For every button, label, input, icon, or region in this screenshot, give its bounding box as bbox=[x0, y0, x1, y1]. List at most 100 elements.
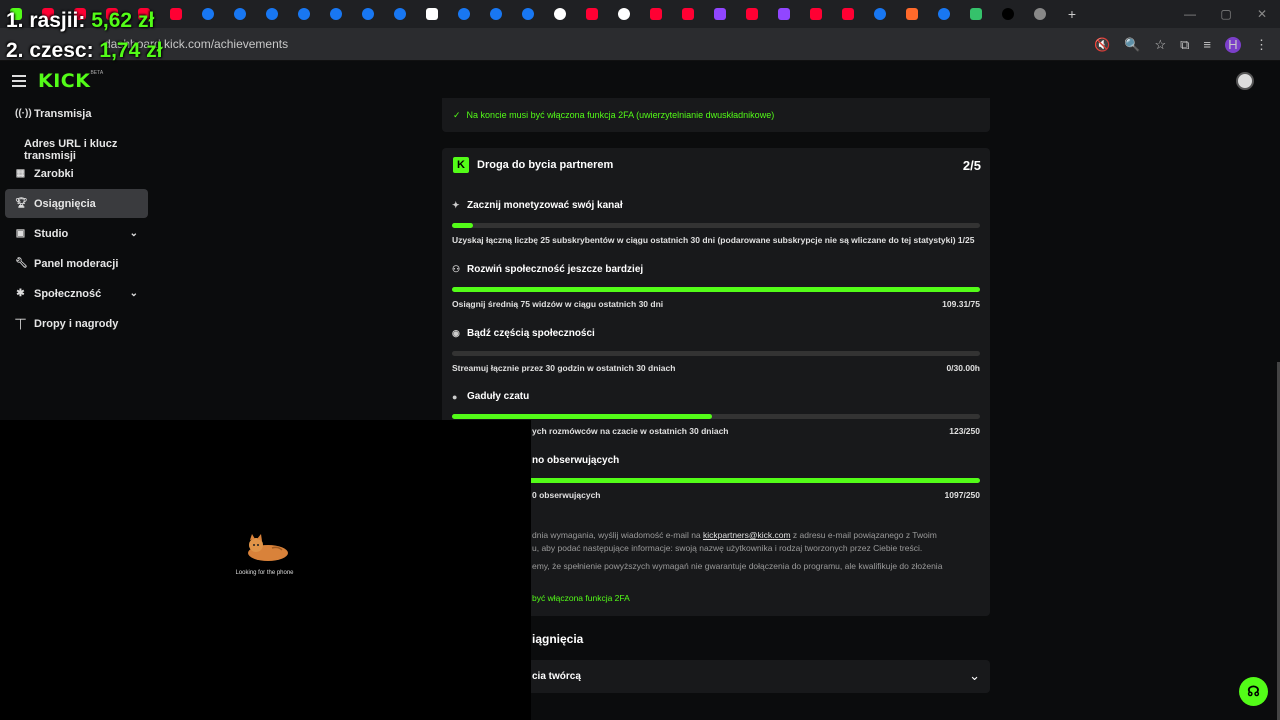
meta-favicon-icon bbox=[202, 8, 214, 20]
requirement-card-previous: ✓ Na koncie musi być włączona funkcja 2F… bbox=[442, 98, 990, 132]
browser-tab[interactable] bbox=[992, 0, 1024, 28]
sidebar-item-label: Dropy i nagrody bbox=[34, 317, 119, 330]
green-favicon-icon bbox=[970, 8, 982, 20]
sidebar-item-studio[interactable]: ▣ Studio ⌄ bbox=[5, 219, 148, 248]
requirement-item: ⚇ Rozwiń społeczność jeszcze bardziej Osi… bbox=[452, 264, 980, 309]
sidebar-item-osiagniecia[interactable]: 🏆︎ Osiągnięcia bbox=[5, 189, 148, 218]
minimize-icon[interactable]: — bbox=[1172, 7, 1208, 21]
browser-tab[interactable] bbox=[640, 0, 672, 28]
bookmark-star-icon[interactable]: ☆ bbox=[1154, 37, 1166, 53]
sidebar-item-panel-moderacji[interactable]: 🔧︎ Panel moderacji bbox=[5, 249, 148, 278]
browser-tab[interactable] bbox=[256, 0, 288, 28]
chevron-down-icon[interactable]: ⌄ bbox=[130, 228, 138, 239]
drops-icon: ⏉ bbox=[15, 320, 26, 331]
google-favicon-icon bbox=[618, 8, 630, 20]
community-icon: ✱ bbox=[16, 288, 25, 299]
browser-tab[interactable] bbox=[576, 0, 608, 28]
browser-tab[interactable] bbox=[768, 0, 800, 28]
twitch-favicon-icon bbox=[714, 8, 726, 20]
meta-favicon-icon bbox=[522, 8, 534, 20]
broadcast-icon: ◉ bbox=[452, 328, 460, 338]
browser-tab[interactable] bbox=[928, 0, 960, 28]
kick-logo[interactable]: KICKBETA bbox=[38, 70, 103, 92]
trophy-icon: 🏆︎ bbox=[15, 198, 28, 209]
browser-tab[interactable] bbox=[320, 0, 352, 28]
close-icon[interactable]: ✕ bbox=[1244, 7, 1280, 21]
orange-favicon-icon bbox=[906, 8, 918, 20]
media-icon[interactable]: ≡ bbox=[1203, 37, 1211, 52]
requirement-item: ✦ Zacznij monetyzować swój kanał Uzyskaj … bbox=[452, 200, 980, 245]
hamburger-menu-icon[interactable] bbox=[12, 75, 26, 87]
requirement-check: ✓ Na koncie musi być włączona funkcja 2F… bbox=[453, 110, 775, 120]
browser-tab[interactable] bbox=[384, 0, 416, 28]
globe-favicon-icon bbox=[1034, 8, 1046, 20]
requirement-2fa-note: być włączona funkcja 2FA bbox=[532, 593, 630, 603]
chat-icon: ● bbox=[452, 391, 458, 402]
youtube-favicon-icon bbox=[746, 8, 758, 20]
meta-favicon-icon bbox=[298, 8, 310, 20]
browser-tab[interactable] bbox=[192, 0, 224, 28]
meta-favicon-icon bbox=[458, 8, 470, 20]
browser-tab[interactable] bbox=[672, 0, 704, 28]
zoom-icon[interactable]: 🔍 bbox=[1124, 37, 1140, 53]
browser-tab[interactable] bbox=[736, 0, 768, 28]
meta-favicon-icon bbox=[266, 8, 278, 20]
browser-tab[interactable] bbox=[864, 0, 896, 28]
browser-tab[interactable] bbox=[832, 0, 864, 28]
progress-bar bbox=[452, 478, 980, 483]
earnings-icon: ▦ bbox=[15, 168, 26, 179]
chevron-down-icon[interactable]: ⌄ bbox=[130, 288, 138, 299]
youtube-favicon-icon bbox=[586, 8, 598, 20]
overlay-line-1: 1. rasjii: 5,62 zł bbox=[6, 9, 155, 32]
cat-image bbox=[248, 534, 288, 561]
google-favicon-icon bbox=[554, 8, 566, 20]
requirement-item: no obserwujących 0 obserwujących 1097/250 bbox=[452, 455, 980, 500]
support-chat-button[interactable]: ☊ bbox=[1239, 677, 1268, 706]
requirement-item: ● Gaduły czatu ych rozmówców na czacie w … bbox=[452, 391, 980, 436]
sidebar-item-dropy-i-nagrody[interactable]: ⏉ Dropy i nagrody bbox=[5, 309, 148, 338]
browser-tab[interactable] bbox=[1024, 0, 1056, 28]
menu-icon[interactable]: ⋮ bbox=[1255, 37, 1268, 53]
youtube-favicon-icon bbox=[810, 8, 822, 20]
browser-tab[interactable] bbox=[352, 0, 384, 28]
sidebar-item-zarobki[interactable]: ▦ Zarobki bbox=[5, 159, 148, 188]
user-avatar[interactable] bbox=[1236, 72, 1254, 90]
chevron-down-icon[interactable]: ⌄ bbox=[969, 668, 980, 684]
email-link[interactable]: kickpartners@kick.com bbox=[703, 530, 791, 540]
muted-icon[interactable]: 🔇 bbox=[1094, 37, 1110, 53]
address-bar-actions: 🔇 🔍 ☆ ⧉ ≡ H ⋮ bbox=[1094, 28, 1268, 61]
partner-info-text: dnia wymagania, wyślij wiadomość e-mail … bbox=[532, 530, 943, 571]
browser-tab[interactable] bbox=[608, 0, 640, 28]
browser-tab[interactable] bbox=[224, 0, 256, 28]
meta-favicon-icon bbox=[874, 8, 886, 20]
x-favicon-icon bbox=[426, 8, 438, 20]
requirement-item: ◉ Bądź częścią społeczności Streamuj łącz… bbox=[452, 328, 980, 373]
check-icon: ✓ bbox=[453, 110, 461, 120]
browser-tab[interactable] bbox=[416, 0, 448, 28]
youtube-favicon-icon bbox=[170, 8, 182, 20]
browser-tab[interactable] bbox=[288, 0, 320, 28]
donation-overlay: 1. rasjii: 5,62 zł 2. czesc: 1,74 zł bbox=[6, 6, 162, 66]
browser-tab[interactable] bbox=[896, 0, 928, 28]
webcam-caption: Looking for the phone bbox=[235, 570, 294, 576]
new-tab-button[interactable]: + bbox=[1056, 0, 1088, 28]
browser-tab[interactable] bbox=[960, 0, 992, 28]
browser-tab-strip: + bbox=[0, 0, 1280, 28]
extensions-icon[interactable]: ⧉ bbox=[1180, 37, 1189, 53]
profile-avatar[interactable]: H bbox=[1225, 36, 1241, 53]
maximize-icon[interactable]: ▢ bbox=[1208, 7, 1244, 21]
sidebar-item-transmisja[interactable]: ((·)) Transmisja bbox=[5, 99, 148, 128]
browser-tab[interactable] bbox=[448, 0, 480, 28]
browser-tab[interactable] bbox=[480, 0, 512, 28]
meta-favicon-icon bbox=[394, 8, 406, 20]
headset-icon: ☊ bbox=[1247, 683, 1260, 699]
browser-tab[interactable] bbox=[704, 0, 736, 28]
browser-tab[interactable] bbox=[544, 0, 576, 28]
studio-icon: ▣ bbox=[15, 228, 26, 239]
window-controls: — ▢ ✕ bbox=[1172, 0, 1280, 28]
browser-tab[interactable] bbox=[800, 0, 832, 28]
browser-tab[interactable] bbox=[160, 0, 192, 28]
browser-tab[interactable] bbox=[512, 0, 544, 28]
meta-favicon-icon bbox=[362, 8, 374, 20]
sidebar-item-spolecznosc[interactable]: ✱ Społeczność ⌄ bbox=[5, 279, 148, 308]
